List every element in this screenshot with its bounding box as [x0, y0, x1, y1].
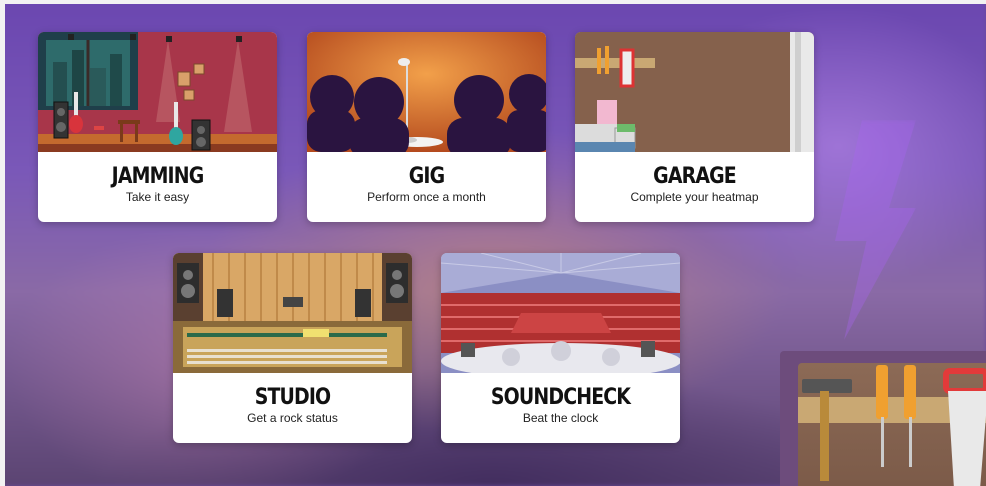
card-title: STUDIO: [254, 385, 331, 410]
card-subtitle: Take it easy: [125, 190, 190, 204]
card-subtitle: Get a rock status: [247, 411, 338, 425]
page-left-edge: [0, 0, 5, 486]
card-title: JAMMING: [111, 164, 205, 189]
card-subtitle: Perform once a month: [367, 190, 486, 204]
mode-card-jamming[interactable]: JAMMING Take it easy: [38, 32, 277, 222]
card-subtitle: Beat the clock: [522, 411, 599, 425]
page-top-edge: [0, 0, 986, 4]
card-title: GIG: [408, 164, 445, 189]
garage-preview-panel: [780, 351, 986, 486]
mode-card-gig[interactable]: GIG Perform once a month: [307, 32, 546, 222]
garage-illustration: [575, 32, 814, 152]
mode-card-studio[interactable]: STUDIO Get a rock status: [173, 253, 412, 443]
mode-card-garage[interactable]: GARAGE Complete your heatmap: [575, 32, 814, 222]
studio-illustration: [173, 253, 412, 373]
tools-illustration: [798, 363, 986, 486]
mode-card-soundcheck[interactable]: SOUNDCHECK Beat the clock: [441, 253, 680, 443]
card-subtitle: Complete your heatmap: [630, 190, 759, 204]
soundcheck-illustration: [441, 253, 680, 373]
card-title: GARAGE: [653, 164, 737, 189]
card-title: SOUNDCHECK: [490, 385, 631, 410]
jamming-illustration: [38, 32, 277, 152]
gig-illustration: [307, 32, 546, 152]
